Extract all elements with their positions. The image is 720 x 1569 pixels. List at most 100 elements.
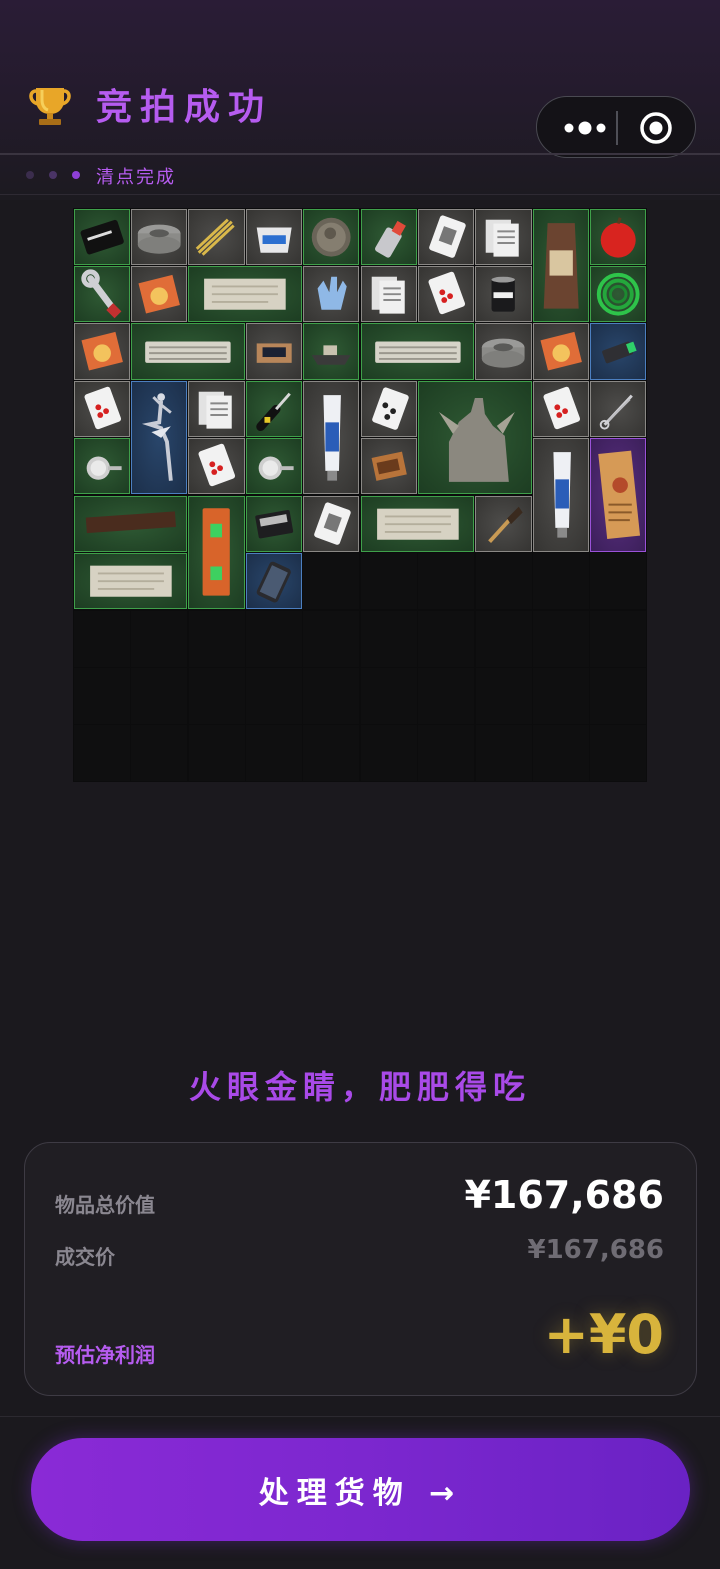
inventory-item-joker-card[interactable] (303, 495, 360, 552)
inventory-item-heart-card[interactable] (188, 438, 245, 495)
empty-slot (475, 725, 532, 782)
steps-divider (0, 194, 720, 195)
inventory-item-protein-can[interactable] (475, 265, 532, 323)
inventory-item-spade-card[interactable] (360, 380, 417, 438)
empty-slot (532, 553, 589, 610)
inventory-item-duct-tape[interactable] (475, 323, 532, 380)
deal-price: ¥167,686 (527, 1235, 664, 1265)
inventory-item-receipts[interactable] (475, 208, 532, 265)
inventory-item-takeout-box[interactable] (245, 208, 303, 265)
inventory-item-thermometer[interactable] (245, 438, 303, 495)
empty-slot (590, 667, 647, 724)
inventory-item-matchbox[interactable] (360, 438, 417, 495)
inventory-item-green-wire[interactable] (590, 265, 647, 323)
empty-slot (188, 610, 245, 667)
process-goods-button[interactable]: 处理货物 → (31, 1438, 690, 1541)
inventory-item-coin[interactable] (303, 208, 360, 265)
inventory-item-rope-bundle[interactable] (188, 208, 245, 265)
inventory-item-toothpaste[interactable] (532, 438, 590, 552)
inventory-item-cardboard-box[interactable] (245, 323, 303, 380)
inventory-item-apple[interactable] (590, 208, 647, 265)
inventory-item-wood-plank[interactable] (73, 495, 188, 552)
empty-slot (360, 553, 417, 610)
empty-slot (303, 610, 360, 667)
usb-drive-icon (602, 341, 637, 364)
inventory-item-receipts[interactable] (360, 265, 417, 323)
page-title: 竞拍成功 (96, 87, 273, 128)
empty-slot (303, 725, 360, 782)
empty-slot (188, 725, 245, 782)
empty-slot (590, 725, 647, 782)
inventory-item-screwdriver[interactable] (245, 380, 303, 438)
inventory-item-paper-document[interactable] (590, 438, 647, 552)
empty-slot (590, 610, 647, 667)
old-paper-icon (204, 278, 286, 310)
more-dots-icon[interactable] (557, 113, 613, 143)
inventory-item-heart-card[interactable] (532, 380, 590, 438)
inventory-item-old-paper[interactable] (360, 495, 475, 552)
inventory-item-instant-noodles[interactable] (532, 323, 590, 380)
empty-slot (475, 667, 532, 724)
inventory-item-level-tool[interactable] (188, 495, 245, 610)
receipts-icon (486, 219, 520, 257)
inventory-item-instant-noodles[interactable] (73, 323, 130, 380)
slogan: 火眼金睛，肥肥得吃 (188, 1068, 531, 1106)
inventory-item-heart-card[interactable] (73, 380, 130, 438)
empty-slot (131, 725, 188, 782)
duct-tape-icon (482, 338, 525, 369)
inventory-item-hard-drive[interactable] (245, 495, 303, 552)
inventory-item-smartphone[interactable] (245, 552, 303, 610)
inventory-item-good-luck-card[interactable] (73, 208, 130, 265)
profit-value: +¥0 (543, 1303, 664, 1366)
takeout-box-icon (256, 226, 292, 253)
inventory-item-toothpaste[interactable] (303, 380, 360, 495)
empty-slot (245, 667, 302, 724)
empty-slot (303, 553, 360, 610)
empty-slot (418, 610, 475, 667)
header: 竞拍成功 (0, 0, 720, 158)
inventory-item-paint-brush[interactable] (475, 495, 532, 552)
paint-brush-icon (488, 506, 523, 543)
inventory-item-receipts[interactable] (188, 380, 245, 438)
empty-slot (475, 610, 532, 667)
inventory-item-scissors[interactable] (590, 380, 647, 438)
lighter-icon (374, 220, 406, 258)
hard-drive-icon (254, 509, 293, 538)
thermometer-icon (258, 456, 294, 480)
inventory-item-usb-drive[interactable] (590, 323, 647, 380)
empty-slot (131, 610, 188, 667)
inventory-item-heart-card[interactable] (417, 265, 475, 323)
inventory-item-old-paper[interactable] (73, 552, 188, 610)
inventory-item-ballerina-statue[interactable] (130, 380, 188, 495)
empty-slot (73, 667, 130, 724)
inventory-item-lighter[interactable] (360, 208, 417, 265)
empty-slot (73, 725, 130, 782)
inventory-item-rubber-glove[interactable] (303, 265, 360, 323)
rope-bundle-icon (196, 218, 235, 256)
empty-slot (360, 610, 417, 667)
inventory-item-toy-boat[interactable] (303, 323, 360, 380)
step-dot (72, 171, 80, 179)
profit-label: 预估净利润 (55, 1343, 155, 1367)
target-circle-icon[interactable] (639, 111, 673, 145)
inventory-item-old-paper[interactable] (188, 265, 303, 323)
inventory-item-duct-tape[interactable] (130, 208, 188, 265)
heart-card-icon (84, 386, 121, 429)
inventory-item-coffee-bag[interactable] (532, 208, 590, 323)
inventory-item-sphinx-statue[interactable] (417, 380, 532, 495)
inventory-item-wrench[interactable] (73, 265, 130, 323)
inventory-item-joker-card[interactable] (417, 208, 475, 265)
inventory-item-keyboard[interactable] (360, 323, 475, 380)
empty-slot (303, 667, 360, 724)
instant-noodles-icon (138, 274, 180, 314)
summary-card: 物品总价值 ¥167,686 成交价 ¥167,686 预估净利润 +¥0 (24, 1142, 697, 1396)
heart-card-icon (428, 271, 465, 315)
inventory-item-instant-noodles[interactable] (130, 265, 188, 323)
inventory-grid (73, 208, 647, 782)
inventory-item-keyboard[interactable] (130, 323, 245, 380)
toothpaste-icon (323, 394, 342, 481)
heart-card-icon (198, 443, 236, 487)
scissors-icon (599, 394, 633, 430)
instant-noodles-icon (540, 332, 582, 371)
inventory-item-thermometer[interactable] (73, 438, 130, 495)
